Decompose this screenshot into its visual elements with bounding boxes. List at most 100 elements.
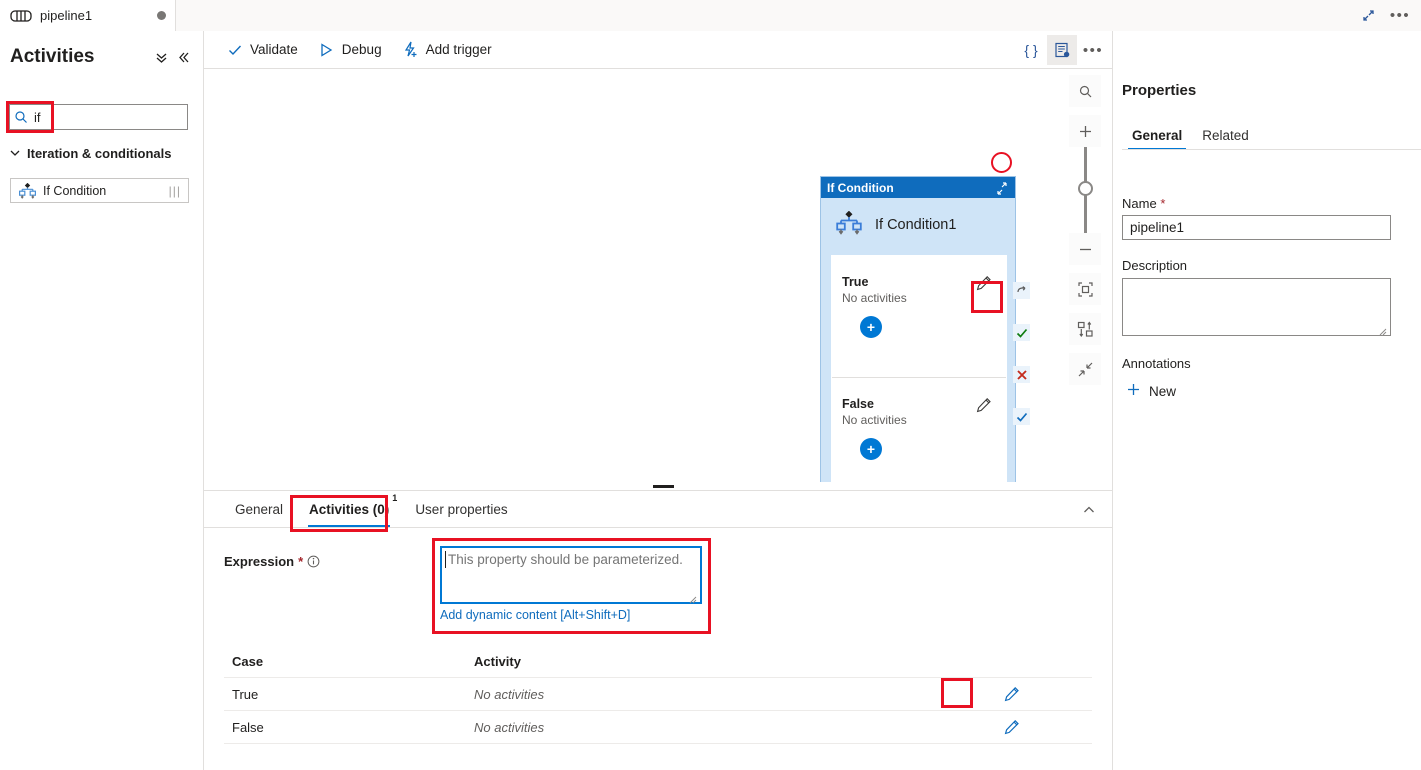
more-ellipsis-icon[interactable]: ••• bbox=[1078, 35, 1108, 65]
add-dynamic-content-link[interactable]: Add dynamic content [Alt+Shift+D] bbox=[440, 608, 630, 622]
panel-splitter[interactable] bbox=[204, 482, 1112, 491]
tab-label: pipeline1 bbox=[40, 8, 92, 23]
table-row[interactable]: True No activities bbox=[224, 678, 1092, 711]
pipeline-icon bbox=[10, 9, 32, 23]
more-ellipsis-icon[interactable]: ••• bbox=[1385, 2, 1415, 30]
row-false-edit-pencil-icon[interactable] bbox=[1001, 716, 1023, 738]
on-skip-icon[interactable] bbox=[1013, 282, 1030, 299]
debug-label: Debug bbox=[342, 42, 382, 57]
sidebar-title: Activities bbox=[10, 46, 150, 68]
table-row[interactable]: False No activities bbox=[224, 711, 1092, 744]
branch-true: True No activities + bbox=[832, 256, 1006, 377]
pipeline-toolbar: Validate Debug Add trigger { } bbox=[204, 31, 1112, 69]
drag-grip-icon[interactable]: ||| bbox=[169, 184, 181, 198]
on-success-icon[interactable] bbox=[1013, 324, 1030, 341]
branch-false-subtitle: No activities bbox=[842, 413, 907, 427]
row-case-true: True bbox=[224, 687, 474, 702]
category-label: Iteration & conditionals bbox=[27, 146, 171, 161]
node-name: If Condition1 bbox=[875, 217, 956, 233]
plus-icon bbox=[1126, 382, 1141, 400]
description-field-label: Description bbox=[1122, 258, 1187, 273]
name-field-label: Name * bbox=[1122, 196, 1165, 211]
tab-properties-general-label: General bbox=[1132, 128, 1182, 143]
more-glyph: ••• bbox=[1083, 43, 1103, 58]
properties-tabs-divider bbox=[1122, 149, 1421, 150]
row-activity-true: No activities bbox=[474, 687, 932, 702]
properties-title: Properties bbox=[1122, 82, 1196, 99]
branch-false-title: False bbox=[842, 397, 874, 411]
tab-activities-label: Activities (0) bbox=[309, 502, 389, 517]
activity-settings-panel: General Activities (0) 1 User properties… bbox=[204, 491, 1112, 770]
tab-activities[interactable]: Activities (0) 1 bbox=[296, 491, 402, 527]
description-input[interactable] bbox=[1122, 278, 1391, 336]
validate-button[interactable]: Validate bbox=[218, 35, 306, 65]
add-annotation-label: New bbox=[1149, 384, 1176, 399]
search-input[interactable] bbox=[32, 106, 177, 128]
properties-panel-icon[interactable] bbox=[1047, 35, 1077, 65]
double-chevron-down-icon[interactable] bbox=[150, 46, 172, 68]
tab-strip: pipeline1 ••• bbox=[0, 0, 1421, 31]
canvas-zoom-controls bbox=[1069, 75, 1101, 385]
tab-general[interactable]: General bbox=[222, 491, 296, 527]
toolbar-right-actions: { } ••• bbox=[1016, 35, 1108, 65]
required-asterisk: * bbox=[1160, 196, 1165, 211]
expand-collapse-icon[interactable] bbox=[993, 180, 1009, 196]
red-circle-highlight bbox=[991, 152, 1012, 173]
properties-panel: Properties General Related Name * Descri… bbox=[1112, 31, 1421, 770]
add-annotation-button[interactable]: New bbox=[1126, 382, 1176, 400]
expression-input[interactable] bbox=[440, 546, 702, 604]
zoom-out-icon[interactable] bbox=[1069, 233, 1101, 265]
branch-true-add-activity-button[interactable]: + bbox=[860, 316, 882, 338]
pipeline-canvas[interactable]: If Condition If Condition1 bbox=[204, 69, 1112, 482]
cases-table: Case Activity True No activities False N… bbox=[224, 646, 1092, 744]
required-asterisk: * bbox=[298, 554, 303, 569]
node-name-row: If Condition1 bbox=[821, 198, 1015, 252]
play-triangle-icon bbox=[318, 41, 335, 58]
code-braces-icon[interactable]: { } bbox=[1016, 35, 1046, 65]
zoom-slider[interactable] bbox=[1069, 147, 1101, 233]
zoom-search-icon[interactable] bbox=[1069, 75, 1101, 107]
activities-sidebar: Activities Iteration & conditiona bbox=[0, 31, 204, 770]
tab-pipeline1[interactable]: pipeline1 bbox=[0, 0, 176, 31]
name-label-text: Name bbox=[1122, 196, 1157, 211]
branch-false-edit-pencil-icon[interactable] bbox=[974, 395, 994, 415]
zoom-slider-knob[interactable] bbox=[1078, 181, 1093, 196]
if-condition-icon bbox=[835, 211, 863, 239]
zoom-in-icon[interactable] bbox=[1069, 115, 1101, 147]
splitter-grabber[interactable] bbox=[653, 485, 674, 488]
tab-properties-related[interactable]: Related bbox=[1192, 121, 1259, 150]
window-actions: ••• bbox=[1353, 0, 1415, 31]
settings-tabs: General Activities (0) 1 User properties bbox=[204, 491, 1112, 528]
zoom-to-fit-icon[interactable] bbox=[1069, 273, 1101, 305]
debug-button[interactable]: Debug bbox=[310, 35, 390, 65]
name-input[interactable] bbox=[1122, 215, 1391, 240]
column-header-case: Case bbox=[224, 654, 474, 669]
table-header-row: Case Activity bbox=[224, 646, 1092, 678]
text-caret bbox=[445, 551, 446, 568]
node-header: If Condition bbox=[821, 177, 1015, 198]
tab-user-properties-label: User properties bbox=[415, 502, 507, 517]
branch-false-add-activity-button[interactable]: + bbox=[860, 438, 882, 460]
auto-align-icon[interactable] bbox=[1069, 313, 1101, 345]
row-actions-false bbox=[932, 716, 1092, 738]
branch-true-title: True bbox=[842, 275, 868, 289]
if-condition-node[interactable]: If Condition If Condition1 bbox=[820, 176, 1016, 482]
expand-diagonal-icon[interactable] bbox=[1353, 2, 1383, 30]
row-true-edit-pencil-icon[interactable] bbox=[1001, 683, 1023, 705]
info-circle-icon[interactable] bbox=[307, 555, 320, 568]
double-chevron-left-icon[interactable] bbox=[172, 46, 194, 68]
sidebar-item-if-condition[interactable]: If Condition ||| bbox=[10, 178, 189, 203]
node-branches: True No activities + False No activities bbox=[831, 255, 1007, 482]
add-trigger-button[interactable]: Add trigger bbox=[394, 35, 500, 65]
tab-properties-general[interactable]: General bbox=[1122, 121, 1192, 150]
add-trigger-label: Add trigger bbox=[426, 42, 492, 57]
collapse-all-icon[interactable] bbox=[1069, 353, 1101, 385]
on-completion-icon[interactable] bbox=[1013, 408, 1030, 425]
chevron-up-icon[interactable] bbox=[1076, 497, 1102, 523]
tab-user-properties[interactable]: User properties bbox=[402, 491, 520, 527]
row-activity-false: No activities bbox=[474, 720, 932, 735]
sidebar-category-iteration-conditionals[interactable]: Iteration & conditionals bbox=[9, 143, 189, 163]
search-box[interactable] bbox=[9, 104, 188, 130]
on-failure-icon[interactable] bbox=[1013, 366, 1030, 383]
branch-true-edit-pencil-icon[interactable] bbox=[974, 273, 994, 293]
